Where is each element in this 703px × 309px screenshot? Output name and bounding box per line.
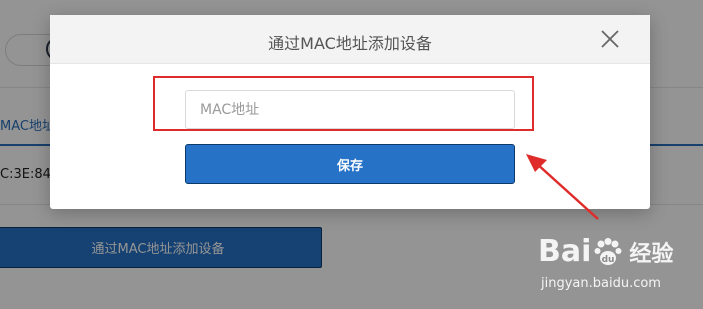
- baidu-jingyan-watermark: Bai du 经验: [538, 234, 673, 269]
- svg-text:du: du: [602, 255, 615, 265]
- watermark-product: 经验: [629, 241, 674, 267]
- watermark-url: jingyan.baidu.com: [541, 276, 661, 291]
- watermark-brand: Bai: [538, 234, 592, 269]
- paw-icon: du: [594, 237, 622, 265]
